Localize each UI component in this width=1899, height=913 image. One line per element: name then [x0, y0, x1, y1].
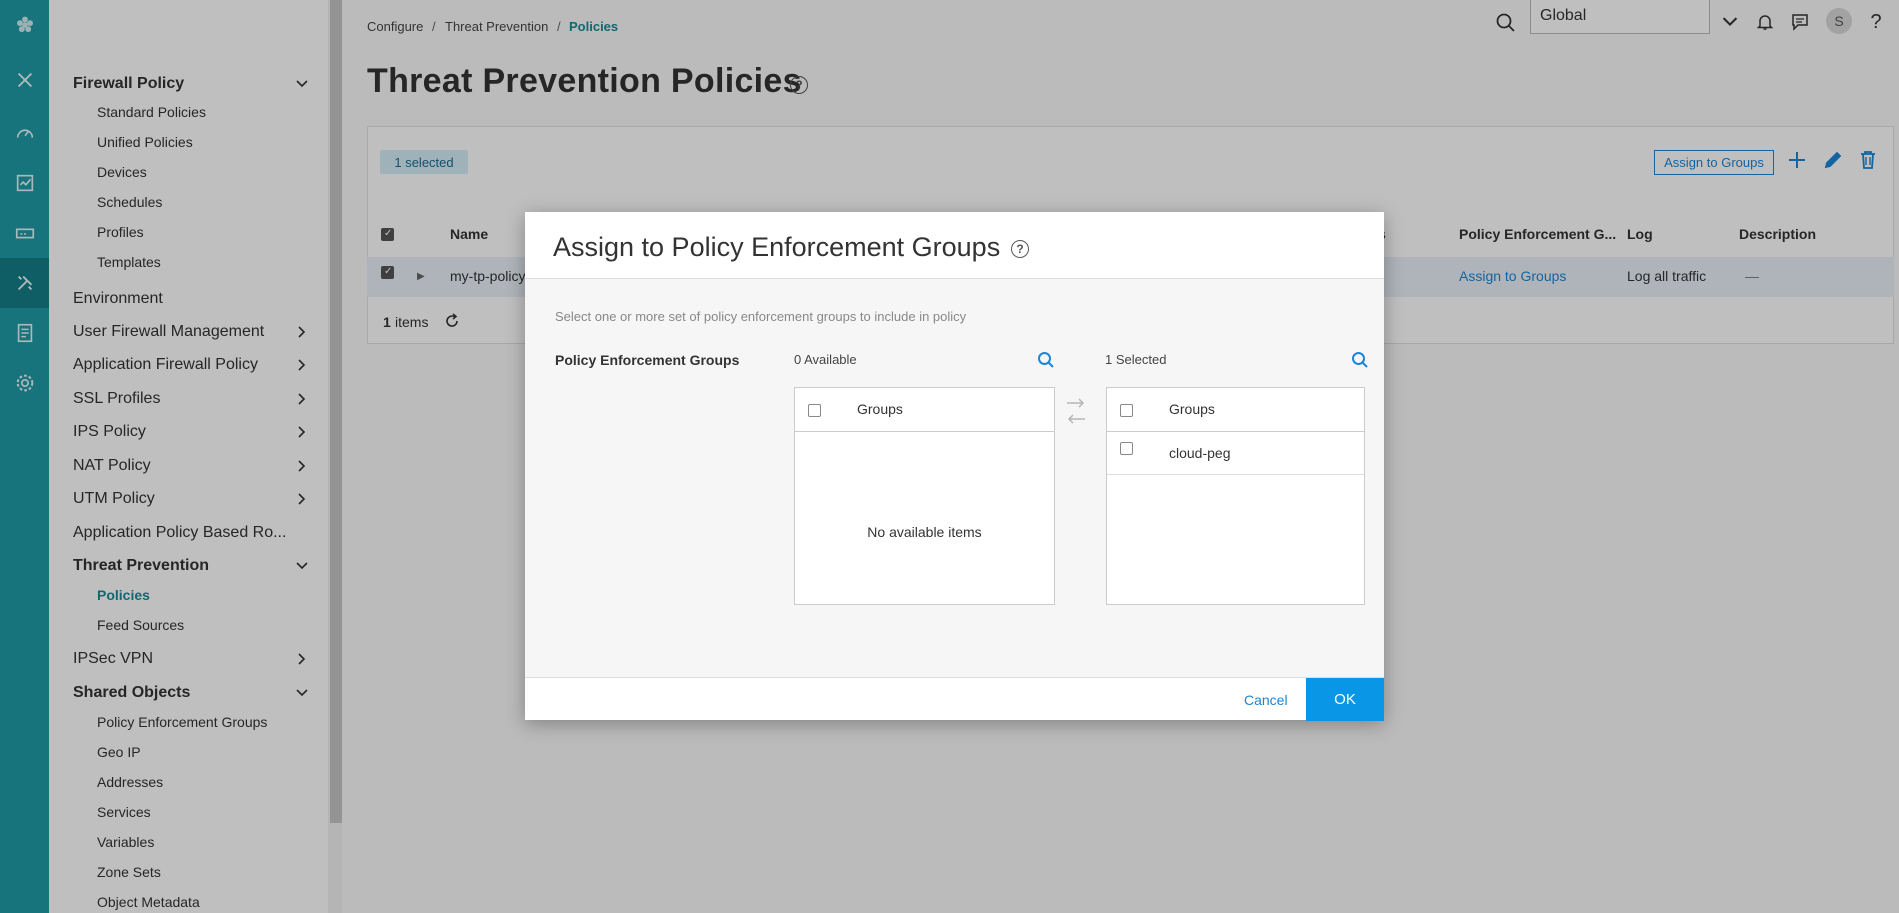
search-icon[interactable]	[1037, 351, 1055, 369]
dialog-body: Select one or more set of policy enforce…	[525, 279, 1384, 677]
empty-message: No available items	[867, 524, 982, 540]
column-header-groups[interactable]: Groups	[1169, 401, 1215, 417]
list-header: Groups	[795, 388, 1054, 432]
dialog-header: Assign to Policy Enforcement Groups ?	[525, 212, 1384, 279]
field-label: Policy Enforcement Groups	[555, 352, 740, 368]
column-header-groups[interactable]: Groups	[857, 401, 903, 417]
selected-list: Groups cloud-peg	[1106, 387, 1365, 605]
transfer-arrows-icon[interactable]	[1065, 394, 1087, 428]
help-icon[interactable]: ?	[1011, 240, 1029, 258]
search-icon[interactable]	[1351, 351, 1369, 369]
list-item[interactable]: cloud-peg	[1107, 432, 1364, 475]
select-all-available-checkbox[interactable]	[808, 404, 821, 417]
ok-button[interactable]: OK	[1306, 678, 1384, 721]
list-item-label: cloud-peg	[1169, 445, 1231, 461]
list-header: Groups	[1107, 388, 1364, 432]
dialog-title: Assign to Policy Enforcement Groups	[553, 232, 1001, 262]
item-checkbox[interactable]	[1120, 442, 1133, 455]
selected-caption: 1 Selected	[1105, 352, 1167, 367]
assign-groups-dialog: Assign to Policy Enforcement Groups ? Se…	[525, 212, 1384, 721]
select-all-selected-checkbox[interactable]	[1120, 404, 1133, 417]
cancel-button[interactable]: Cancel	[1244, 692, 1288, 708]
dialog-instruction: Select one or more set of policy enforce…	[555, 309, 967, 324]
available-caption: 0 Available	[794, 352, 857, 367]
dialog-footer: Cancel OK	[525, 677, 1384, 721]
available-list: Groups No available items	[794, 387, 1055, 605]
